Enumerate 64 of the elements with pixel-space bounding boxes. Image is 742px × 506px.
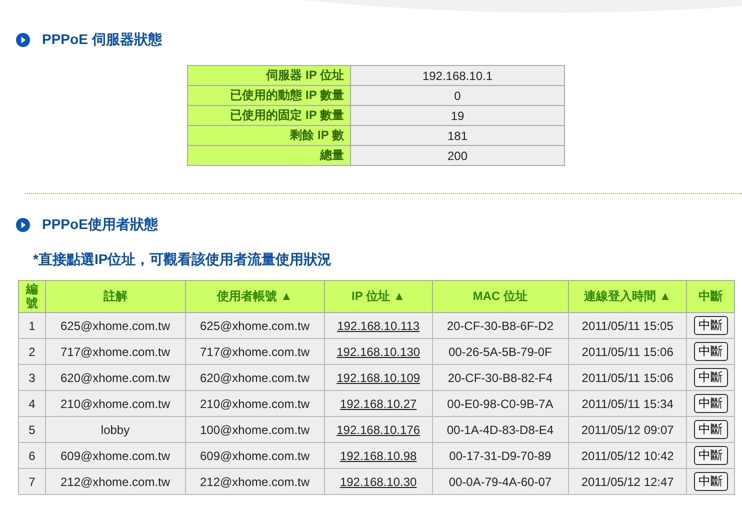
table-cell: 19: [350, 106, 564, 126]
column-header: MAC 位址: [432, 280, 568, 312]
table-cell: 2011/05/11 15:34: [568, 390, 687, 416]
disconnect-button[interactable]: 中斷: [694, 368, 728, 387]
table-cell: 2011/05/11 15:06: [568, 338, 687, 364]
table-cell: 4: [18, 390, 46, 416]
table-cell: 609@xhome.com.tw: [46, 442, 185, 468]
table-cell: 200: [350, 146, 564, 166]
table-cell: 00-17-31-D9-70-89: [432, 442, 568, 468]
table-cell: 2011/05/11 15:06: [568, 364, 687, 390]
table-cell: 5: [18, 416, 46, 442]
table-cell: 00-26-5A-5B-79-0F: [432, 338, 568, 364]
field-label: 總量: [188, 146, 350, 166]
disconnect-button[interactable]: 中斷: [694, 420, 728, 439]
column-header: 連線登入時間 ▲: [568, 280, 687, 312]
disconnect-button[interactable]: 中斷: [694, 446, 728, 465]
table-cell: 0: [350, 86, 564, 106]
table-cell: 181: [350, 126, 564, 146]
field-label: 已使用的固定 IP 數量: [188, 106, 350, 126]
table-cell: 2011/05/12 10:42: [568, 442, 687, 468]
section-title: PPPoE 伺服器狀態: [42, 31, 162, 49]
table-cell: 620@xhome.com.tw: [46, 364, 185, 390]
table-cell: 1: [18, 312, 46, 338]
column-header: IP 位址 ▲: [324, 280, 432, 312]
section-title: PPPoE使用者狀態: [42, 216, 158, 234]
table-cell: 620@xhome.com.tw: [185, 364, 324, 390]
table-cell: 2011/05/12 12:47: [568, 468, 687, 494]
column-header: 編號: [18, 280, 46, 312]
field-label: 剩餘 IP 數: [188, 126, 350, 146]
table-cell: 7: [18, 468, 46, 494]
table-cell: 2011/05/11 15:05: [568, 312, 687, 338]
note-text: *直接點選IP位址，可觀看該使用者流量使用狀況: [33, 251, 333, 269]
arrow-bullet-icon: [16, 218, 30, 232]
table-cell: 212@xhome.com.tw: [185, 468, 324, 494]
table-cell: 625@xhome.com.tw: [46, 312, 185, 338]
disconnect-button[interactable]: 中斷: [694, 472, 728, 491]
table-cell: 717@xhome.com.tw: [46, 338, 185, 364]
table-cell: 210@xhome.com.tw: [46, 390, 185, 416]
table-cell: 6: [18, 442, 46, 468]
table-cell: 20-CF-30-B8-82-F4: [432, 364, 568, 390]
table-cell: 2: [18, 338, 46, 364]
table-cell: 609@xhome.com.tw: [185, 442, 324, 468]
table-cell: 212@xhome.com.tw: [46, 468, 185, 494]
table-cell: 3: [18, 364, 46, 390]
disconnect-button[interactable]: 中斷: [694, 394, 728, 413]
field-label: 伺服器 IP 位址: [188, 66, 350, 86]
arrow-bullet-icon: [16, 33, 30, 47]
table-cell: 717@xhome.com.tw: [185, 338, 324, 364]
table-cell: 625@xhome.com.tw: [185, 312, 324, 338]
table-cell: 00-0A-79-4A-60-07: [432, 468, 568, 494]
disconnect-button[interactable]: 中斷: [694, 342, 728, 361]
table-cell: 00-E0-98-C0-9B-7A: [432, 390, 568, 416]
table-cell: 00-1A-4D-83-D8-E4: [432, 416, 568, 442]
field-label: 已使用的動態 IP 數量: [188, 86, 350, 106]
disconnect-button[interactable]: 中斷: [694, 316, 728, 335]
column-header: 中斷: [686, 280, 734, 312]
table-cell: lobby: [46, 416, 185, 442]
table-cell: 100@xhome.com.tw: [185, 416, 324, 442]
table-cell: 20-CF-30-B8-6F-D2: [432, 312, 568, 338]
column-header: 註解: [46, 280, 185, 312]
table-cell: 210@xhome.com.tw: [185, 390, 324, 416]
table-cell: 192.168.10.1: [350, 66, 564, 86]
column-header: 使用者帳號 ▲: [185, 280, 324, 312]
table-cell: 2011/05/12 09:07: [568, 416, 687, 442]
